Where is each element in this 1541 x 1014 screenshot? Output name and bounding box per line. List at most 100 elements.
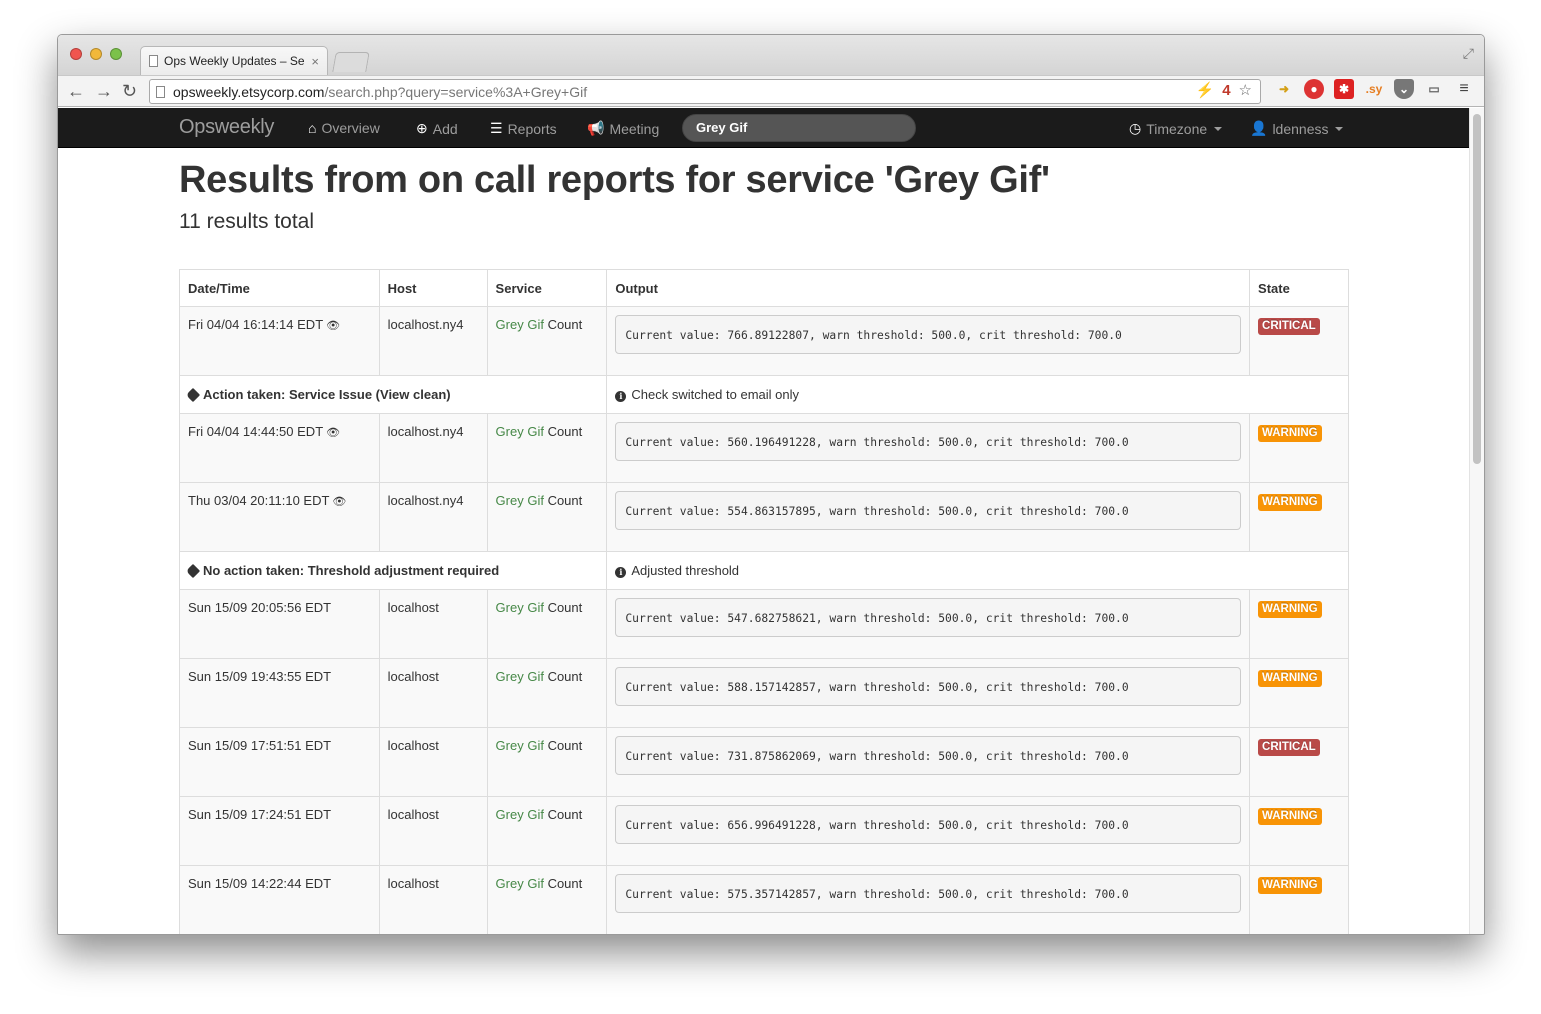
nav-meeting-label: Meeting [609, 120, 660, 137]
datetime-text: Fri 04/04 16:14:14 EDT [188, 317, 324, 332]
bookmark-star-icon[interactable]: ☆ [1239, 81, 1252, 99]
nav-meeting[interactable]: 📢 Meeting [587, 120, 659, 137]
datetime-cell [180, 935, 380, 936]
tab-close-icon[interactable]: × [311, 54, 319, 69]
brand-logo[interactable]: Opsweekly [179, 116, 274, 139]
scrollbar-thumb[interactable] [1473, 114, 1481, 464]
adblock-extension-icon[interactable]: ● [1304, 79, 1324, 99]
output-text: Current value: 560.196491228, warn thres… [615, 422, 1242, 461]
service-link[interactable]: Grey Gif [496, 493, 544, 508]
nav-add[interactable]: ⊕ Add [416, 120, 458, 137]
output-text: Current value: 731.875862069, warn thres… [615, 736, 1242, 775]
new-tab-button[interactable] [332, 52, 370, 72]
url-path: /search.php?query=service%3A+Grey+Gif [324, 83, 588, 100]
output-text: Current value: 547.682758621, warn thres… [615, 598, 1242, 637]
output-cell: Current value: 560.196491228, warn thres… [606, 413, 1251, 483]
service-suffix: Count [543, 738, 583, 753]
eye-icon[interactable]: 👁 [326, 426, 340, 439]
service-link[interactable]: Grey Gif [496, 424, 544, 439]
login-extension-icon[interactable]: ➜ [1274, 79, 1294, 99]
action-text[interactable]: No action taken: Threshold adjustment re… [203, 563, 499, 578]
service-link[interactable]: Grey Gif [496, 876, 544, 891]
state-cell: WARNING [1249, 413, 1349, 483]
state-badge: WARNING [1258, 425, 1322, 442]
service-cell: Grey Gif Count [486, 865, 608, 934]
datetime-cell: Sun 15/09 17:51:51 EDT [179, 727, 380, 797]
eye-icon[interactable]: 👁 [332, 495, 346, 508]
page-viewport: Opsweekly ⌂ Overview ⊕ Add ☰ Reports 📢 M… [58, 108, 1470, 936]
header-datetime: Date/Time [179, 269, 380, 307]
host-cell: localhost [378, 658, 488, 728]
output-cell: Current value: 766.89122807, warn thresh… [606, 306, 1251, 376]
sy-extension-icon[interactable]: .sy [1364, 79, 1384, 99]
results-table: Date/Time Host Service Output State Fri … [178, 269, 1349, 936]
service-link[interactable]: Grey Gif [496, 807, 544, 822]
plus-circle-icon: ⊕ [416, 120, 428, 136]
extension-badge[interactable]: 4 [1222, 82, 1230, 99]
tab-strip: Ops Weekly Updates – Search × ⤢ [58, 35, 1484, 75]
host-cell: localhost.ny4 [378, 482, 488, 552]
tag-icon [185, 563, 201, 579]
note-cell: i Adjusted threshold [606, 551, 1349, 590]
state-cell: CRITICAL [1249, 727, 1349, 797]
minimize-window-button[interactable] [90, 48, 102, 60]
host-cell: localhost.ny4 [378, 413, 488, 483]
service-link[interactable]: Grey Gif [496, 669, 544, 684]
menu-icon[interactable]: ≡ [1454, 79, 1474, 99]
header-output: Output [606, 269, 1251, 307]
caret-down-icon [1214, 126, 1223, 131]
timezone-dropdown[interactable]: ◷ Timezone [1129, 120, 1223, 137]
service-suffix: Count [543, 317, 583, 332]
browser-tab[interactable]: Ops Weekly Updates – Search × [140, 46, 328, 75]
service-suffix: Count [543, 807, 583, 822]
clock-icon: ◷ [1129, 120, 1142, 136]
table-row: Sun 15/09 19:43:55 EDT localhost Grey Gif … [179, 658, 1349, 728]
datetime-text: Sun 15/09 17:51:51 EDT [188, 738, 332, 753]
eye-icon[interactable]: 👁 [326, 319, 340, 332]
page-scrollbar[interactable] [1469, 108, 1484, 934]
service-link[interactable]: Grey Gif [496, 738, 544, 753]
nav-overview[interactable]: ⌂ Overview [308, 120, 380, 136]
note-text: Adjusted threshold [631, 563, 740, 578]
close-window-button[interactable] [70, 48, 82, 60]
back-icon[interactable]: ← [67, 79, 85, 103]
tag-icon [185, 387, 201, 403]
header-host: Host [378, 269, 488, 307]
pocket-extension-icon[interactable]: ⌄ [1394, 79, 1414, 99]
action-cell: No action taken: Threshold adjustment re… [178, 551, 608, 590]
service-suffix: Count [543, 493, 583, 508]
page-icon [149, 55, 158, 67]
zoom-window-button[interactable] [110, 48, 122, 60]
lastpass-extension-icon[interactable]: ✱ [1334, 79, 1354, 99]
service-cell: Grey Gif Count [486, 727, 608, 797]
timezone-label: Timezone [1146, 120, 1208, 137]
state-cell: WARNING [1249, 658, 1349, 728]
state-badge: WARNING [1258, 670, 1322, 687]
datetime-cell: Thu 03/04 20:11:10 EDT 👁 [179, 482, 380, 552]
service-link[interactable]: Grey Gif [496, 317, 544, 332]
fullscreen-icon[interactable]: ⤢ [1463, 45, 1474, 62]
user-dropdown[interactable]: 👤 ldenness [1250, 120, 1344, 137]
cast-icon[interactable]: ▭ [1424, 79, 1444, 99]
reload-icon[interactable]: ↻ [122, 79, 137, 103]
service-suffix: Count [543, 669, 583, 684]
service-link[interactable]: Grey Gif [496, 600, 544, 615]
action-text[interactable]: Action taken: Service Issue (View clean) [203, 387, 451, 402]
state-cell: WARNING [1249, 482, 1349, 552]
state-badge: WARNING [1258, 601, 1322, 618]
lightning-icon[interactable]: ⚡ [1196, 81, 1215, 99]
caret-down-icon [1335, 126, 1344, 131]
home-icon: ⌂ [308, 120, 317, 136]
host-cell: localhost [378, 589, 488, 659]
address-bar[interactable]: opsweekly.etsycorp.com/search.php?query=… [149, 79, 1261, 104]
info-icon: i [615, 391, 627, 402]
state-badge: CRITICAL [1258, 318, 1320, 335]
state-cell: CRITICAL [1249, 306, 1349, 376]
tab-title: Ops Weekly Updates – Search [164, 54, 305, 68]
browser-window: Ops Weekly Updates – Search × ⤢ ← → ↻ op… [57, 34, 1485, 935]
search-input[interactable]: Grey Gif [682, 114, 916, 142]
nav-reports[interactable]: ☰ Reports [490, 120, 557, 137]
forward-icon[interactable]: → [95, 79, 113, 103]
note-text: Check switched to email only [631, 387, 799, 402]
state-cell: WARNING [1249, 796, 1349, 866]
